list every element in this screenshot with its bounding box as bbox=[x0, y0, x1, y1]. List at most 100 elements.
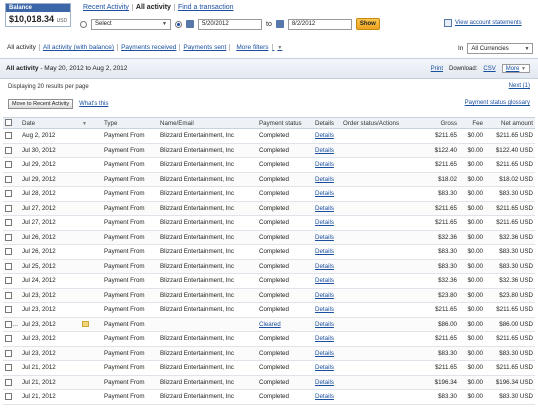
col-type[interactable]: Type bbox=[102, 117, 158, 129]
show-button[interactable]: Show bbox=[355, 18, 380, 30]
row-details-link[interactable]: Details bbox=[313, 172, 341, 187]
row-net: $211.65 USD bbox=[485, 157, 535, 173]
note-icon[interactable] bbox=[82, 321, 89, 328]
tab-all-with-balance[interactable]: All activity (with balance) bbox=[40, 44, 119, 51]
row-checkbox[interactable] bbox=[5, 378, 12, 386]
view-statements-link[interactable]: View account statements bbox=[444, 19, 522, 27]
col-flag[interactable]: ▼ bbox=[80, 117, 102, 129]
csv-link[interactable]: CSV bbox=[483, 66, 495, 72]
row-checkbox[interactable] bbox=[5, 146, 12, 154]
row-details-link[interactable]: Details bbox=[313, 389, 341, 405]
table-row[interactable]: Jul 23, 2012 Payment From Blizzard Enterta… bbox=[3, 302, 535, 318]
table-row[interactable]: Jul 30, 2012 Payment From Blizzard Enterta… bbox=[3, 143, 535, 158]
row-details-link[interactable]: Details bbox=[313, 375, 341, 390]
row-details-link[interactable]: Details bbox=[313, 143, 341, 158]
row-checkbox[interactable] bbox=[5, 306, 12, 314]
row-details-link[interactable]: Details bbox=[313, 346, 341, 361]
tab-recent-activity[interactable]: Recent Activity bbox=[80, 4, 133, 11]
row-select bbox=[3, 201, 20, 216]
row-details-link[interactable]: Details bbox=[313, 331, 341, 347]
row-details-link[interactable]: Details bbox=[313, 201, 341, 216]
print-link[interactable]: Print bbox=[431, 66, 443, 72]
row-checkbox[interactable] bbox=[5, 320, 12, 328]
tab-all[interactable]: All activity bbox=[4, 44, 40, 51]
row-checkbox[interactable] bbox=[5, 175, 12, 183]
to-date-input[interactable]: 8/2/2012 bbox=[287, 18, 352, 30]
row-checkbox[interactable] bbox=[5, 349, 12, 357]
tab-more-filters[interactable]: More filters ▼ bbox=[230, 44, 288, 51]
table-row[interactable]: Jul 29, 2012 Payment From Blizzard Enterta… bbox=[3, 157, 535, 173]
row-checkbox[interactable] bbox=[5, 190, 12, 198]
row-details-link[interactable]: Details bbox=[313, 128, 341, 144]
whats-this-link[interactable]: What's this bbox=[79, 101, 108, 107]
table-row[interactable]: Jul 25, 2012 Payment From Blizzard Enterta… bbox=[3, 259, 535, 274]
row-checkbox[interactable] bbox=[5, 233, 12, 241]
table-row[interactable]: Jul 23, 2012 Payment From Blizzard Enterta… bbox=[3, 331, 535, 347]
table-row[interactable]: Jul 24, 2012 Payment From Blizzard Enterta… bbox=[3, 273, 535, 289]
select-radio[interactable] bbox=[80, 20, 87, 28]
table-row[interactable]: Jul 21, 2012 Payment From Blizzard Enterta… bbox=[3, 360, 535, 376]
calendar-icon[interactable] bbox=[275, 20, 284, 28]
row-status: Completed bbox=[257, 302, 313, 318]
more-dropdown[interactable]: More ▼ bbox=[501, 64, 530, 73]
row-checkbox[interactable] bbox=[5, 161, 12, 169]
next-page-link[interactable]: Next (1) bbox=[509, 83, 530, 89]
col-date[interactable]: Date bbox=[20, 117, 80, 129]
row-details-link[interactable]: Details bbox=[313, 273, 341, 289]
move-to-recent-button[interactable]: Move to Recent Activity bbox=[8, 99, 74, 109]
table-row[interactable]: Aug 2, 2012 Payment From Blizzard Entertai… bbox=[3, 128, 535, 144]
table-row[interactable]: Jul 23, 2012 Payment From Blizzard Enterta… bbox=[3, 288, 535, 303]
tab-find-transaction[interactable]: Find a transaction bbox=[175, 4, 237, 11]
calendar-icon[interactable] bbox=[186, 20, 194, 28]
row-checkbox[interactable] bbox=[5, 248, 12, 256]
row-details-link[interactable]: Details bbox=[313, 288, 341, 303]
currency-select[interactable]: All Currencies ▼ bbox=[467, 43, 534, 54]
table-row[interactable]: Jul 27, 2012 Payment From Blizzard Enterta… bbox=[3, 215, 535, 231]
table-row[interactable]: Jul 28, 2012 Payment From Blizzard Enterta… bbox=[3, 186, 535, 202]
payment-status-glossary-link[interactable]: Payment status glossary bbox=[465, 100, 530, 106]
row-details-link[interactable]: Details bbox=[313, 215, 341, 231]
row-checkbox[interactable] bbox=[5, 277, 12, 285]
table-row[interactable]: Jul 26, 2012 Payment From Blizzard Enterta… bbox=[3, 230, 535, 245]
tab-all-activity[interactable]: All activity bbox=[133, 4, 175, 11]
row-flag bbox=[80, 215, 102, 231]
table-row[interactable]: Jul 23, 2012 Payment From Blizzard Enterta… bbox=[3, 346, 535, 361]
row-details-link[interactable]: Details bbox=[313, 302, 341, 318]
table-row[interactable]: Jul 26, 2012 Payment From Blizzard Enterta… bbox=[3, 244, 535, 260]
row-checkbox[interactable] bbox=[5, 204, 12, 212]
col-fee[interactable]: Fee bbox=[459, 117, 485, 129]
from-date-input[interactable]: 5/20/2012 bbox=[198, 18, 262, 30]
period-select[interactable]: Select ▼ bbox=[91, 18, 171, 30]
col-net[interactable]: Net amount bbox=[485, 117, 535, 129]
col-status[interactable]: Payment status bbox=[257, 117, 313, 129]
row-details-link[interactable]: Details bbox=[313, 230, 341, 245]
table-row[interactable]: Jul 21, 2012 Payment From Blizzard Enterta… bbox=[3, 389, 535, 405]
row-details-link[interactable]: Details bbox=[313, 360, 341, 376]
tab-payments-sent[interactable]: Payments sent bbox=[180, 44, 231, 51]
row-checkbox[interactable] bbox=[5, 262, 12, 270]
row-checkbox[interactable] bbox=[5, 335, 12, 343]
view-statements-label[interactable]: View account statements bbox=[455, 20, 522, 26]
date-range-radio[interactable] bbox=[175, 20, 182, 28]
col-name[interactable]: Name/Email bbox=[158, 117, 257, 129]
row-flag bbox=[80, 331, 102, 347]
row-checkbox[interactable] bbox=[5, 364, 12, 372]
row-details-link[interactable]: Details bbox=[313, 244, 341, 260]
table-row[interactable]: +Jul 23, 2012 Payment From ClearedDetails $… bbox=[3, 317, 535, 332]
row-checkbox[interactable] bbox=[5, 393, 12, 401]
row-type: Payment From bbox=[102, 259, 158, 274]
row-select bbox=[3, 244, 20, 260]
row-details-link[interactable]: Details bbox=[313, 186, 341, 202]
row-details-link[interactable]: Details bbox=[313, 317, 341, 332]
row-checkbox[interactable] bbox=[5, 291, 12, 299]
row-details-link[interactable]: Details bbox=[313, 259, 341, 274]
table-row[interactable]: Jul 21, 2012 Payment From Blizzard Enterta… bbox=[3, 375, 535, 390]
tab-payments-received[interactable]: Payments received bbox=[118, 44, 181, 51]
col-gross[interactable]: Gross bbox=[423, 117, 459, 129]
table-row[interactable]: Jul 29, 2012 Payment From Blizzard Enterta… bbox=[3, 172, 535, 187]
row-details-link[interactable]: Details bbox=[313, 157, 341, 173]
row-checkbox[interactable] bbox=[5, 132, 12, 140]
table-row[interactable]: Jul 27, 2012 Payment From Blizzard Enterta… bbox=[3, 201, 535, 216]
row-checkbox[interactable] bbox=[5, 219, 12, 227]
select-all-checkbox[interactable] bbox=[5, 119, 12, 127]
